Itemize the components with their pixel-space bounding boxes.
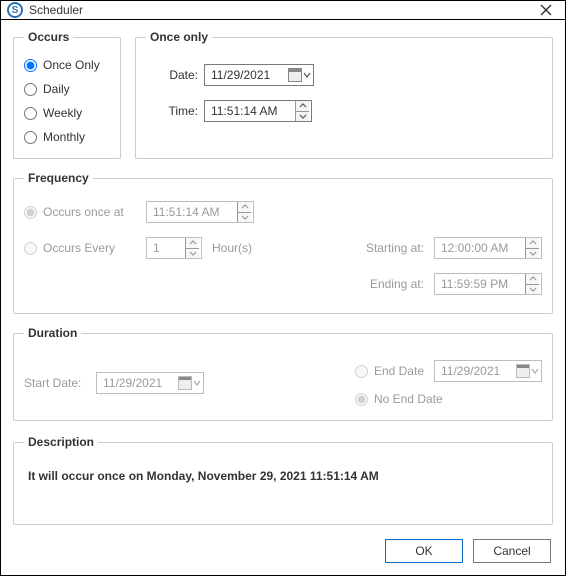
occurs-monthly-radio[interactable] [24, 131, 37, 144]
duration-start-date: 11/29/2021 [96, 372, 204, 394]
cancel-button[interactable]: Cancel [473, 539, 551, 563]
ok-button-label: OK [415, 544, 432, 558]
spinner-down-icon[interactable] [296, 111, 309, 122]
time-spinner [525, 274, 539, 294]
time-spinner[interactable] [295, 101, 309, 121]
app-icon: S [7, 2, 23, 18]
freq-occurs-every-radio [24, 242, 37, 255]
freq-occurs-once: Occurs once at [24, 205, 136, 219]
duration-start-label: Start Date: [24, 376, 86, 390]
occurs-daily-label: Daily [43, 82, 70, 96]
duration-end-date-option: End Date [355, 364, 424, 378]
description-text: It will occur once on Monday, November 2… [24, 459, 542, 487]
freq-starting-time: 12:00:00 AM [434, 237, 542, 259]
time-spinner [525, 238, 539, 258]
duration-end-date-radio [355, 365, 368, 378]
freq-occurs-once-time: 11:51:14 AM [146, 201, 254, 223]
once-date-value: 11/29/2021 [211, 68, 270, 82]
duration-end-date-label: End Date [374, 364, 424, 378]
description-group: Description It will occur once on Monday… [13, 435, 553, 525]
cancel-button-label: Cancel [493, 544, 530, 558]
spinner-down-icon [186, 248, 199, 259]
occurs-group: Occurs Once Only Daily Weekly Monthly [13, 30, 121, 159]
calendar-icon [516, 364, 530, 378]
spinner-up-icon [186, 238, 199, 248]
once-time-input[interactable]: 11:51:14 AM [204, 100, 312, 122]
duration-no-end-date-radio [355, 393, 368, 406]
spinner-down-icon [526, 284, 539, 295]
spinner-up-icon[interactable] [296, 101, 309, 111]
occurs-weekly-label: Weekly [43, 106, 82, 120]
occurs-weekly-radio[interactable] [24, 107, 37, 120]
freq-starting-label: Starting at: [356, 241, 424, 255]
freq-starting-value: 12:00:00 AM [441, 241, 508, 255]
occurs-monthly[interactable]: Monthly [24, 130, 110, 144]
occurs-once-only[interactable]: Once Only [24, 58, 110, 72]
freq-occurs-every-value-input: 1 [146, 237, 202, 259]
duration-no-end-date-label: No End Date [374, 392, 443, 406]
chevron-down-icon[interactable] [303, 71, 311, 79]
freq-occurs-once-label: Occurs once at [43, 205, 124, 219]
duration-start-value: 11/29/2021 [103, 376, 162, 390]
occurs-once-label: Once Only [43, 58, 100, 72]
titlebar: S Scheduler [1, 1, 565, 20]
spinner-up-icon [238, 202, 251, 212]
dialog-buttons: OK Cancel [1, 539, 565, 575]
frequency-legend: Frequency [24, 171, 93, 185]
freq-ending-time: 11:59:59 PM [434, 273, 542, 295]
occurs-weekly[interactable]: Weekly [24, 106, 110, 120]
number-spinner [185, 238, 199, 258]
freq-occurs-once-value: 11:51:14 AM [153, 205, 220, 219]
duration-no-end-date-option: No End Date [355, 392, 443, 406]
occurs-daily-radio[interactable] [24, 83, 37, 96]
duration-group: Duration Start Date: 11/29/2021 [13, 326, 553, 421]
spinner-down-icon [238, 212, 251, 223]
description-legend: Description [24, 435, 98, 449]
close-button[interactable] [531, 1, 561, 19]
duration-end-date-input: 11/29/2021 [434, 360, 542, 382]
calendar-icon [178, 376, 192, 390]
spinner-up-icon [526, 238, 539, 248]
freq-ending-value: 11:59:59 PM [441, 277, 508, 291]
occurs-once-radio[interactable] [24, 59, 37, 72]
calendar-icon[interactable] [288, 68, 302, 82]
frequency-group: Frequency Occurs once at 11:51:14 AM Occ… [13, 171, 553, 314]
once-only-group: Once only Date: 11/29/2021 Time: 11:51:1… [135, 30, 553, 159]
freq-occurs-every: Occurs Every [24, 241, 136, 255]
once-time-value: 11:51:14 AM [211, 104, 278, 118]
duration-end-date-value: 11/29/2021 [441, 364, 500, 378]
occurs-monthly-label: Monthly [43, 130, 85, 144]
freq-occurs-every-value: 1 [153, 241, 160, 255]
chevron-down-icon [193, 379, 201, 387]
chevron-down-icon [531, 367, 539, 375]
ok-button[interactable]: OK [385, 539, 463, 563]
spinner-down-icon [526, 248, 539, 259]
occurs-daily[interactable]: Daily [24, 82, 110, 96]
once-date-label: Date: [154, 68, 198, 82]
occurs-legend: Occurs [24, 30, 73, 44]
freq-ending-label: Ending at: [356, 277, 424, 291]
freq-occurs-every-label: Occurs Every [43, 241, 115, 255]
freq-occurs-every-unit: Hour(s) [212, 241, 252, 255]
spinner-up-icon [526, 274, 539, 284]
once-date-input[interactable]: 11/29/2021 [204, 64, 314, 86]
once-time-label: Time: [154, 104, 198, 118]
once-only-legend: Once only [146, 30, 212, 44]
window-title: Scheduler [29, 3, 83, 17]
dialog-content: Occurs Once Only Daily Weekly Monthly [1, 20, 565, 539]
freq-occurs-once-radio [24, 206, 37, 219]
time-spinner [237, 202, 251, 222]
duration-legend: Duration [24, 326, 81, 340]
